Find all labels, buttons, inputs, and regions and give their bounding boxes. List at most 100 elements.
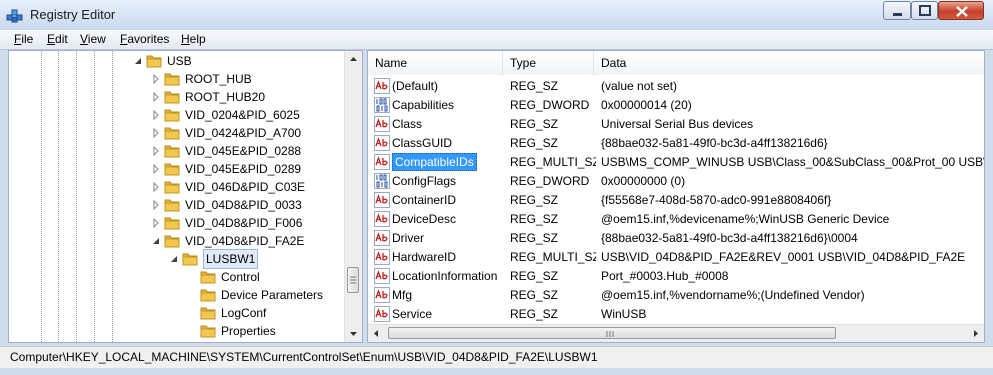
string-value-icon [374, 135, 390, 151]
expanded-arrow-icon[interactable] [151, 232, 161, 250]
value-name-text: HardwareID [392, 250, 457, 264]
value-name: DeviceDesc [392, 210, 502, 229]
values-scroll-thumb[interactable] [388, 327, 836, 339]
values-horizontal-scrollbar[interactable] [368, 324, 984, 342]
value-row[interactable]: Mfg REG_SZ @oem15.inf,%vendorname%;(Undefi… [368, 286, 984, 305]
value-row[interactable]: ClassGUID REG_SZ {88bae032-5a81-49f0-bc3d-… [368, 134, 984, 153]
tree-item[interactable]: VID_045E&PID_0288 [9, 142, 339, 160]
value-name-text: Capabilities [392, 98, 455, 112]
tree-item-label: USB [167, 54, 192, 68]
collapsed-arrow-icon[interactable] [151, 196, 161, 214]
value-type: REG_MULTI_SZ [510, 155, 596, 169]
string-value-icon [374, 78, 390, 94]
string-value-icon [374, 211, 390, 227]
value-row[interactable]: LocationInformation REG_SZ Port_#0003.Hub_… [368, 267, 984, 286]
tree-item[interactable]: Device Parameters [9, 286, 339, 304]
value-data: (value not set) [601, 79, 678, 93]
scroll-up-arrow-icon[interactable] [345, 51, 362, 68]
collapsed-arrow-icon[interactable] [151, 124, 161, 142]
value-name-text: LocationInformation [392, 269, 498, 283]
tree-item[interactable]: VID_0204&PID_6025 [9, 106, 339, 124]
maximize-button[interactable] [911, 1, 938, 20]
tree-item[interactable]: LUSBW1 [9, 249, 339, 269]
column-header-name[interactable]: Name [368, 51, 503, 75]
column-header-data[interactable]: Data [594, 51, 984, 75]
value-name-text: Driver [392, 231, 424, 245]
minimize-button[interactable] [883, 1, 911, 20]
tree-item[interactable]: VID_046D&PID_C03E [9, 178, 339, 196]
value-data: Port_#0003.Hub_#0008 [601, 269, 729, 283]
tree-item[interactable]: USB [9, 52, 339, 70]
tree-item[interactable]: VID_04D8&PID_0033 [9, 196, 339, 214]
scroll-left-arrow-icon[interactable] [368, 325, 385, 342]
menu-file[interactable]: File [14, 32, 33, 46]
value-row[interactable]: ConfigFlags REG_DWORD 0x00000000 (0) [368, 172, 984, 191]
menu-help[interactable]: Help [181, 32, 206, 46]
open-folder-icon [182, 253, 198, 266]
value-name: ConfigFlags [392, 172, 502, 191]
folder-icon [164, 163, 180, 176]
value-name-text: ClassGUID [392, 136, 453, 150]
tree-item[interactable]: VID_04D8&PID_F006 [9, 214, 339, 232]
tree-item[interactable]: ROOT_HUB20 [9, 88, 339, 106]
value-name: Class [392, 115, 502, 134]
value-type: REG_SZ [510, 193, 559, 207]
tree-vertical-scrollbar[interactable] [344, 51, 362, 342]
expanded-arrow-icon[interactable] [133, 52, 143, 70]
value-row[interactable]: CompatibleIDs REG_MULTI_SZ USB\MS_COMP_WIN… [368, 153, 984, 172]
tree-item[interactable]: LogConf [9, 304, 339, 322]
menu-edit[interactable]: Edit [47, 32, 68, 46]
string-value-icon [374, 306, 390, 322]
collapsed-arrow-icon[interactable] [151, 70, 161, 88]
tree-item-label: VID_04D8&PID_F006 [185, 216, 303, 230]
collapsed-arrow-icon[interactable] [151, 106, 161, 124]
value-row[interactable]: Class REG_SZ Universal Serial Bus devices [368, 115, 984, 134]
values-list-pane[interactable]: Name Type Data (Default) REG_SZ (value not… [367, 50, 985, 343]
tree-item-label: VID_0424&PID_A700 [185, 126, 302, 140]
tree-item[interactable]: VID_0424&PID_A700 [9, 124, 339, 142]
collapsed-arrow-icon[interactable] [151, 214, 161, 232]
tree-item-label: ROOT_HUB [185, 72, 252, 86]
folder-icon [200, 289, 216, 302]
menu-view[interactable]: View [80, 32, 106, 46]
value-type: REG_DWORD [510, 174, 590, 188]
tree-item[interactable]: Properties [9, 322, 339, 340]
tree-item[interactable]: VID_04D8&PID_FA2E [9, 232, 339, 250]
value-row[interactable]: ContainerID REG_SZ {f55568e7-408d-5870-adc… [368, 191, 984, 210]
tree-item[interactable]: VID_045E&PID_0289 [9, 160, 339, 178]
title-bar[interactable]: Registry Editor [0, 0, 993, 30]
collapsed-arrow-icon[interactable] [151, 160, 161, 178]
menu-favorites[interactable]: Favorites [120, 32, 169, 46]
tree-item-label: Control [221, 270, 260, 284]
restore-icon [919, 5, 931, 16]
tree-item[interactable]: Control [9, 268, 339, 286]
folder-icon [200, 271, 216, 284]
value-name: Capabilities [392, 96, 502, 115]
tree-scroll-thumb[interactable] [347, 267, 359, 293]
key-tree-pane[interactable]: USB ROOT_HUB ROOT_HUB20 VID_0204&PID_6025 VI… [8, 50, 363, 343]
value-row[interactable]: Capabilities REG_DWORD 0x00000014 (20) [368, 96, 984, 115]
close-button[interactable] [938, 1, 984, 20]
string-value-icon [374, 154, 390, 170]
value-type: REG_SZ [510, 212, 559, 226]
value-data: {88bae032-5a81-49f0-bc3d-a4ff138216d6}\0… [601, 231, 858, 245]
value-data: USB\VID_04D8&PID_FA2E&REV_0001 USB\VID_0… [601, 250, 966, 264]
collapsed-arrow-icon[interactable] [151, 178, 161, 196]
value-name: Service [392, 305, 502, 324]
scroll-right-arrow-icon[interactable] [967, 325, 984, 342]
value-name-text: Class [392, 117, 423, 131]
value-row[interactable]: Service REG_SZ WinUSB [368, 305, 984, 324]
value-row[interactable]: (Default) REG_SZ (value not set) [368, 77, 984, 96]
value-row[interactable]: HardwareID REG_MULTI_SZ USB\VID_04D8&PID_F… [368, 248, 984, 267]
column-header-type[interactable]: Type [503, 51, 594, 75]
value-row[interactable]: DeviceDesc REG_SZ @oem15.inf,%devicename%;… [368, 210, 984, 229]
collapsed-arrow-icon[interactable] [151, 142, 161, 160]
collapsed-arrow-icon[interactable] [151, 88, 161, 106]
scroll-down-arrow-icon[interactable] [345, 325, 362, 342]
expanded-arrow-icon[interactable] [169, 250, 179, 268]
value-row[interactable]: Driver REG_SZ {88bae032-5a81-49f0-bc3d-a4f… [368, 229, 984, 248]
folder-icon [164, 73, 180, 86]
grip-icon [350, 276, 356, 284]
tree-item[interactable]: ROOT_HUB [9, 70, 339, 88]
value-type: REG_DWORD [510, 98, 590, 112]
